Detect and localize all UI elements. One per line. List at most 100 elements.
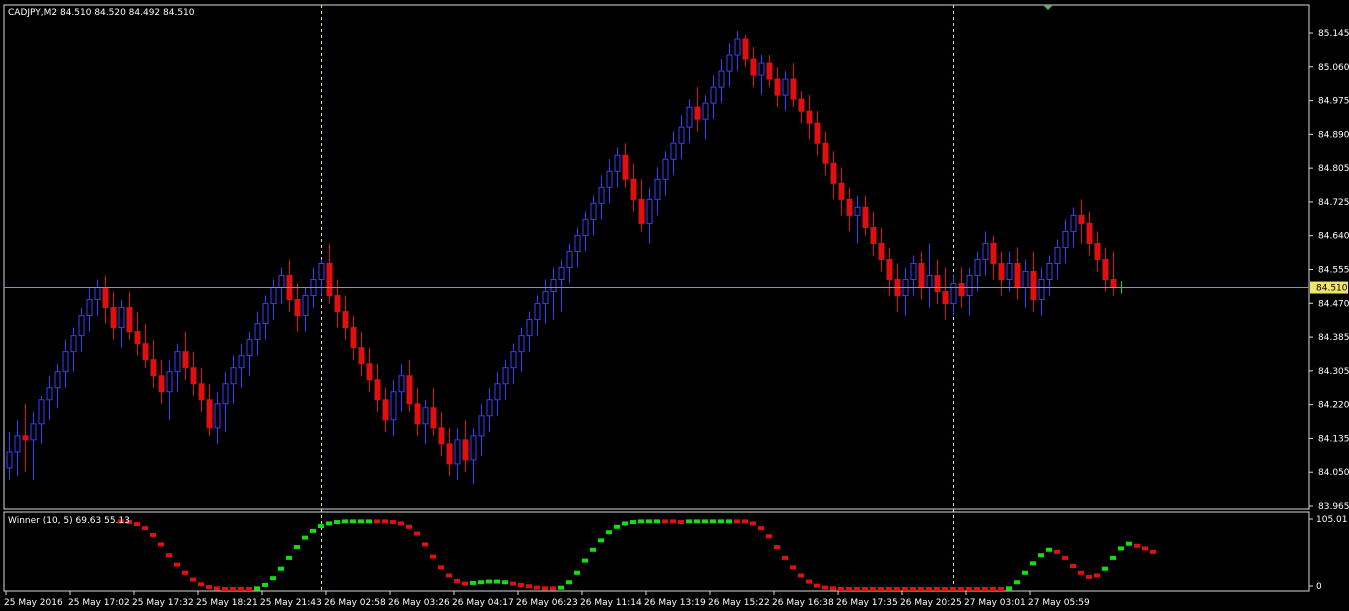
oscillator-up-bar xyxy=(478,580,484,585)
oscillator-up-bar xyxy=(710,519,716,524)
oscillator-up-bar xyxy=(270,576,276,581)
bear-candle xyxy=(126,307,133,333)
oscillator-down-bar xyxy=(134,522,140,527)
time-axis-label: 26 May 15:22 xyxy=(708,598,770,608)
bull-candle xyxy=(14,435,21,453)
oscillator-down-bar xyxy=(990,587,996,591)
oscillator-down-bar xyxy=(542,586,548,591)
bull-candle xyxy=(758,62,765,76)
price-axis-label: 84.555 xyxy=(1318,266,1349,276)
bull-candle xyxy=(166,371,173,393)
bull-candle xyxy=(486,399,493,417)
chart-shift-marker[interactable] xyxy=(1043,5,1053,10)
oscillator-down-bar xyxy=(1142,546,1148,551)
oscillator-down-bar xyxy=(942,587,948,591)
bull-candle xyxy=(214,403,221,429)
oscillator-down-bar xyxy=(678,520,684,525)
oscillator-up-bar xyxy=(1102,566,1108,571)
bear-candle xyxy=(814,122,821,144)
oscillator-down-bar xyxy=(446,573,452,578)
bull-candle xyxy=(966,275,973,297)
oscillator-up-bar xyxy=(654,519,660,524)
price-axis-label: 84.220 xyxy=(1318,401,1349,411)
bull-candle xyxy=(454,439,461,465)
bull-candle xyxy=(510,351,517,369)
oscillator-up-bar xyxy=(486,579,492,584)
bull-candle xyxy=(398,375,405,393)
bull-candle xyxy=(254,323,261,341)
bull-candle xyxy=(1054,246,1061,264)
bear-candle xyxy=(358,347,365,365)
bull-candle xyxy=(238,355,245,369)
oscillator-down-bar xyxy=(790,565,796,570)
oscillator-down-bar xyxy=(222,587,228,591)
bear-candle xyxy=(766,62,773,80)
bear-candle xyxy=(1078,214,1085,224)
oscillator-down-bar xyxy=(878,587,884,591)
bull-candle xyxy=(62,351,69,373)
bear-candle xyxy=(742,38,749,60)
bull-candle xyxy=(1006,262,1013,281)
bear-candle xyxy=(630,178,637,200)
bull-candle xyxy=(534,303,541,321)
oscillator-down-bar xyxy=(774,545,780,550)
time-axis-label: 25 May 2016 xyxy=(4,598,63,608)
bull-candle xyxy=(270,287,277,305)
bear-candle xyxy=(798,98,805,112)
bull-candle xyxy=(710,86,717,104)
symbol-info-label: CADJPY,M2 84.510 84.520 84.492 84.510 xyxy=(8,8,195,18)
oscillator-down-bar xyxy=(518,582,524,587)
indicator-frame xyxy=(3,511,1310,592)
oscillator-up-bar xyxy=(350,519,356,524)
oscillator-up-bar xyxy=(366,519,372,524)
oscillator-up-bar xyxy=(1038,553,1044,558)
oscillator-up-bar xyxy=(494,579,500,584)
bear-candle xyxy=(342,311,349,329)
bull-candle xyxy=(702,102,709,120)
oscillator-down-bar xyxy=(406,524,412,529)
oscillator-up-bar xyxy=(286,555,292,560)
oscillator-down-bar xyxy=(822,585,828,590)
oscillator-down-bar xyxy=(214,586,220,591)
oscillator-down-bar xyxy=(398,521,404,526)
bull-candle xyxy=(38,399,45,425)
bear-candle xyxy=(142,343,149,361)
bear-candle xyxy=(622,154,629,180)
price-axis-label: 84.890 xyxy=(1318,130,1349,140)
bear-candle xyxy=(430,407,437,429)
oscillator-down-bar xyxy=(1086,574,1092,579)
oscillator-down-bar xyxy=(814,583,820,588)
oscillator-down-bar xyxy=(1062,555,1068,560)
price-axis-label: 84.975 xyxy=(1318,97,1349,107)
oscillator-down-bar xyxy=(1054,549,1060,554)
bull-candle xyxy=(70,335,77,353)
oscillator-down-bar xyxy=(926,587,932,591)
price-axis-label: 84.305 xyxy=(1318,367,1349,377)
bull-candle xyxy=(1022,271,1029,289)
bull-candle xyxy=(78,315,85,337)
bear-candle xyxy=(1014,262,1021,289)
bull-candle xyxy=(550,279,557,293)
oscillator-down-bar xyxy=(974,587,980,591)
oscillator-down-bar xyxy=(198,582,204,587)
current-price-tag-label: 84.510 xyxy=(1316,284,1348,294)
oscillator-down-bar xyxy=(950,587,956,591)
bear-candle xyxy=(198,383,205,401)
oscillator-up-bar xyxy=(582,558,588,563)
oscillator-up-bar xyxy=(1014,580,1020,585)
oscillator-up-bar xyxy=(694,519,700,524)
price-axis-label: 84.470 xyxy=(1318,299,1349,309)
oscillator-up-bar xyxy=(502,580,508,585)
oscillator-down-bar xyxy=(174,562,180,567)
bear-candle xyxy=(958,283,965,297)
bear-candle xyxy=(918,262,925,289)
bear-candle xyxy=(1086,222,1093,244)
oscillator-up-bar xyxy=(606,530,612,535)
time-axis-label: 27 May 03:01 xyxy=(964,598,1026,608)
bear-candle xyxy=(134,331,141,345)
bear-candle xyxy=(406,375,413,405)
bear-candle xyxy=(462,439,469,461)
bear-candle xyxy=(334,295,341,313)
oscillator-down-bar xyxy=(742,519,748,524)
oscillator-down-bar xyxy=(150,532,156,537)
